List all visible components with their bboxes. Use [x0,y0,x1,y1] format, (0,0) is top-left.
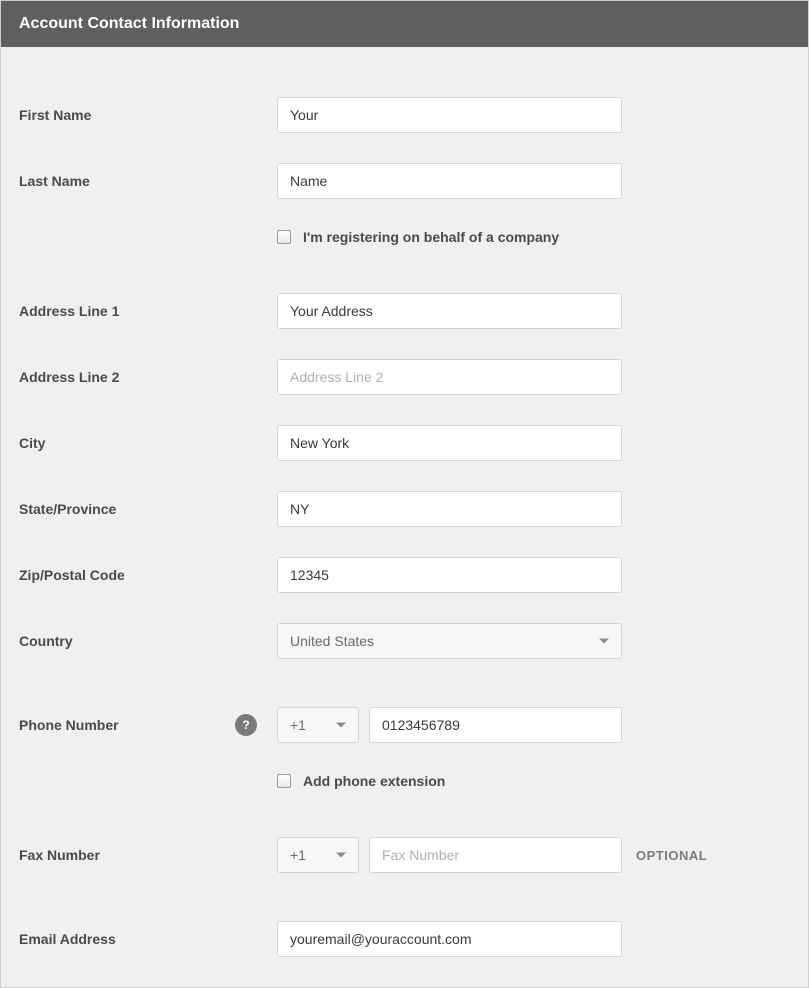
form-body: First Name Last Name I'm registering on … [1,47,808,987]
country-select-value: United States [290,633,374,649]
state-input[interactable] [277,491,622,527]
first-name-input[interactable] [277,97,622,133]
city-input[interactable] [277,425,622,461]
phone-ext-checkbox[interactable] [277,774,291,788]
fax-label: Fax Number [19,847,100,863]
chevron-down-icon [599,639,609,644]
country-select[interactable]: United States [277,623,622,659]
account-contact-panel: Account Contact Information First Name L… [0,0,809,988]
address2-input[interactable] [277,359,622,395]
address1-input[interactable] [277,293,622,329]
phone-input[interactable] [369,707,622,743]
chevron-down-icon [336,853,346,858]
company-checkbox[interactable] [277,230,291,244]
phone-dialcode-value: +1 [290,717,306,733]
zip-label: Zip/Postal Code [19,567,125,583]
email-input[interactable] [277,921,622,957]
country-label: Country [19,633,73,649]
last-name-label: Last Name [19,173,90,189]
phone-label: Phone Number [19,717,119,733]
address2-label: Address Line 2 [19,369,119,385]
phone-ext-label: Add phone extension [303,773,445,789]
help-icon[interactable]: ? [235,714,257,736]
optional-badge: OPTIONAL [636,848,707,863]
panel-title: Account Contact Information [19,15,239,32]
panel-header: Account Contact Information [1,1,808,47]
phone-dialcode-select[interactable]: +1 [277,707,359,743]
chevron-down-icon [336,723,346,728]
last-name-input[interactable] [277,163,622,199]
company-checkbox-label: I'm registering on behalf of a company [303,229,559,245]
fax-input[interactable] [369,837,622,873]
address1-label: Address Line 1 [19,303,119,319]
state-label: State/Province [19,501,116,517]
city-label: City [19,435,45,451]
email-label: Email Address [19,931,116,947]
fax-dialcode-value: +1 [290,847,306,863]
zip-input[interactable] [277,557,622,593]
fax-dialcode-select[interactable]: +1 [277,837,359,873]
first-name-label: First Name [19,107,91,123]
